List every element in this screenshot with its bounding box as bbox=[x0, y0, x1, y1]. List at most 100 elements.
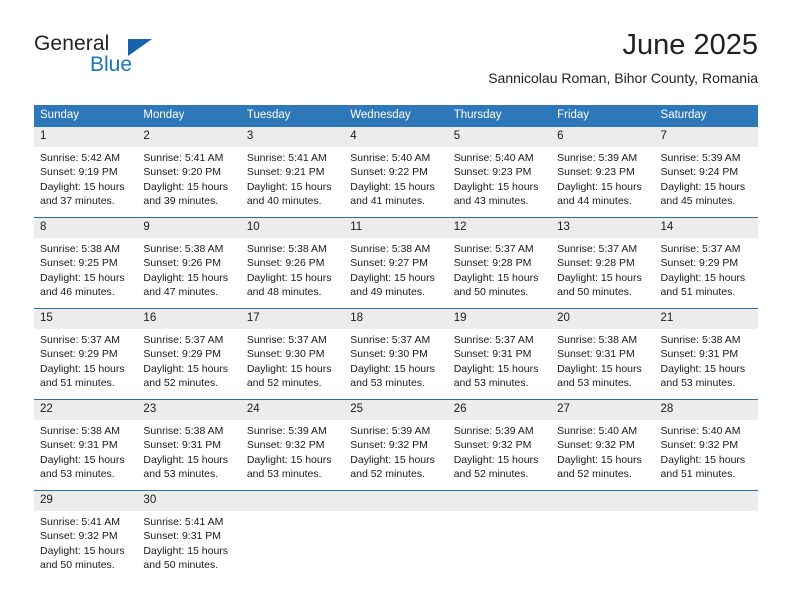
daylight-text-cont: and 48 minutes. bbox=[246, 286, 322, 299]
day-cell[interactable]: 2 Sunrise: 5:41 AM Sunset: 9:20 PM Dayli… bbox=[137, 127, 241, 218]
day-cell[interactable]: 11 Sunrise: 5:38 AM Sunset: 9:27 PM Dayl… bbox=[344, 217, 448, 309]
day-number: 24 bbox=[240, 400, 345, 420]
daylight-text: Daylight: 15 hours bbox=[40, 362, 125, 375]
daylight-text: Daylight: 15 hours bbox=[453, 362, 539, 375]
daylight-text: Daylight: 15 hours bbox=[40, 271, 125, 284]
calendar-week-row: 29 Sunrise: 5:41 AM Sunset: 9:32 PM Dayl… bbox=[34, 490, 758, 581]
day-number: 2 bbox=[137, 127, 241, 147]
sunrise-text: Sunrise: 5:40 AM bbox=[660, 425, 741, 437]
day-cell[interactable]: 1 Sunrise: 5:42 AM Sunset: 9:19 PM Dayli… bbox=[34, 127, 138, 218]
sunrise-text: Sunrise: 5:38 AM bbox=[143, 243, 224, 255]
sunset-text: Sunset: 9:29 PM bbox=[143, 348, 222, 361]
daylight-text: Daylight: 15 hours bbox=[660, 271, 746, 284]
weekday-header-monday: Monday bbox=[137, 105, 241, 127]
day-cell[interactable]: 25 Sunrise: 5:39 AM Sunset: 9:32 PM Dayl… bbox=[344, 399, 448, 491]
day-cell[interactable]: 30 Sunrise: 5:41 AM Sunset: 9:31 PM Dayl… bbox=[137, 490, 241, 581]
day-number: 7 bbox=[654, 127, 758, 147]
day-number: 25 bbox=[344, 400, 448, 420]
day-info: Sunrise: 5:40 AM Sunset: 9:32 PM Dayligh… bbox=[551, 420, 654, 490]
day-info: Sunrise: 5:41 AM Sunset: 9:32 PM Dayligh… bbox=[34, 511, 137, 581]
day-cell[interactable]: 4 Sunrise: 5:40 AM Sunset: 9:22 PM Dayli… bbox=[344, 127, 448, 218]
day-info: Sunrise: 5:38 AM Sunset: 9:25 PM Dayligh… bbox=[34, 238, 137, 308]
day-cell[interactable]: 27 Sunrise: 5:40 AM Sunset: 9:32 PM Dayl… bbox=[551, 399, 655, 491]
sunrise-text: Sunrise: 5:38 AM bbox=[350, 243, 431, 255]
day-info: Sunrise: 5:37 AM Sunset: 9:29 PM Dayligh… bbox=[655, 238, 758, 308]
day-cell[interactable]: 10 Sunrise: 5:38 AM Sunset: 9:26 PM Dayl… bbox=[240, 217, 345, 309]
day-info: Sunrise: 5:39 AM Sunset: 9:32 PM Dayligh… bbox=[448, 420, 551, 490]
sunset-text: Sunset: 9:32 PM bbox=[557, 439, 635, 452]
sunrise-text: Sunrise: 5:38 AM bbox=[246, 243, 327, 255]
day-cell[interactable]: 23 Sunrise: 5:38 AM Sunset: 9:31 PM Dayl… bbox=[137, 399, 241, 491]
calendar-week-row: 15 Sunrise: 5:37 AM Sunset: 9:29 PM Dayl… bbox=[34, 308, 758, 400]
calendar-week-row: 8 Sunrise: 5:38 AM Sunset: 9:25 PM Dayli… bbox=[34, 217, 758, 309]
day-number: 8 bbox=[34, 218, 138, 238]
day-cell[interactable]: 6 Sunrise: 5:39 AM Sunset: 9:23 PM Dayli… bbox=[551, 127, 655, 218]
daylight-text: Daylight: 15 hours bbox=[660, 453, 746, 466]
day-number: 26 bbox=[447, 400, 552, 420]
weekday-header-wednesday: Wednesday bbox=[344, 105, 448, 127]
day-cell[interactable]: 20 Sunrise: 5:38 AM Sunset: 9:31 PM Dayl… bbox=[551, 308, 655, 400]
day-cell[interactable]: 17 Sunrise: 5:37 AM Sunset: 9:30 PM Dayl… bbox=[240, 308, 345, 400]
day-info: Sunrise: 5:37 AM Sunset: 9:28 PM Dayligh… bbox=[448, 238, 551, 308]
daylight-text-cont: and 53 minutes. bbox=[660, 377, 736, 390]
day-info bbox=[241, 511, 344, 581]
day-cell[interactable]: 29 Sunrise: 5:41 AM Sunset: 9:32 PM Dayl… bbox=[34, 490, 138, 581]
day-cell[interactable]: 16 Sunrise: 5:37 AM Sunset: 9:29 PM Dayl… bbox=[137, 308, 241, 400]
sunset-text: Sunset: 9:22 PM bbox=[350, 166, 428, 179]
day-info: Sunrise: 5:38 AM Sunset: 9:31 PM Dayligh… bbox=[655, 329, 758, 399]
daylight-text: Daylight: 15 hours bbox=[557, 453, 642, 466]
sunrise-text: Sunrise: 5:41 AM bbox=[246, 152, 327, 164]
weekday-header-thursday: Thursday bbox=[447, 105, 552, 127]
day-info bbox=[655, 511, 758, 581]
logo-text-blue: Blue bbox=[90, 53, 133, 76]
day-cell[interactable]: 14 Sunrise: 5:37 AM Sunset: 9:29 PM Dayl… bbox=[654, 217, 758, 309]
day-cell[interactable]: 24 Sunrise: 5:39 AM Sunset: 9:32 PM Dayl… bbox=[240, 399, 345, 491]
day-info: Sunrise: 5:37 AM Sunset: 9:31 PM Dayligh… bbox=[448, 329, 551, 399]
day-number: 9 bbox=[137, 218, 241, 238]
day-info: Sunrise: 5:39 AM Sunset: 9:24 PM Dayligh… bbox=[655, 147, 758, 217]
day-cell[interactable]: 22 Sunrise: 5:38 AM Sunset: 9:31 PM Dayl… bbox=[34, 399, 138, 491]
weekday-header-sunday: Sunday bbox=[34, 105, 138, 127]
sunrise-text: Sunrise: 5:38 AM bbox=[660, 334, 741, 346]
day-cell[interactable]: 7 Sunrise: 5:39 AM Sunset: 9:24 PM Dayli… bbox=[654, 127, 758, 218]
sunset-text: Sunset: 9:19 PM bbox=[40, 166, 118, 179]
sunset-text: Sunset: 9:27 PM bbox=[350, 257, 428, 270]
day-number: 23 bbox=[137, 400, 241, 420]
daylight-text: Daylight: 15 hours bbox=[453, 271, 539, 284]
sunrise-text: Sunrise: 5:40 AM bbox=[557, 425, 638, 437]
day-cell[interactable]: 13 Sunrise: 5:37 AM Sunset: 9:28 PM Dayl… bbox=[551, 217, 655, 309]
day-cell[interactable]: 3 Sunrise: 5:41 AM Sunset: 9:21 PM Dayli… bbox=[240, 127, 345, 218]
calendar-week-row: 1 Sunrise: 5:42 AM Sunset: 9:19 PM Dayli… bbox=[34, 127, 758, 218]
daylight-text: Daylight: 15 hours bbox=[246, 362, 332, 375]
sunrise-sunset-calendar: Sunday Monday Tuesday Wednesday Thursday… bbox=[34, 105, 758, 581]
day-cell[interactable]: 21 Sunrise: 5:38 AM Sunset: 9:31 PM Dayl… bbox=[654, 308, 758, 400]
daylight-text-cont: and 41 minutes. bbox=[350, 195, 425, 208]
daylight-text: Daylight: 15 hours bbox=[660, 180, 746, 193]
day-number bbox=[447, 491, 552, 511]
daylight-text-cont: and 44 minutes. bbox=[557, 195, 632, 208]
day-cell[interactable]: 9 Sunrise: 5:38 AM Sunset: 9:26 PM Dayli… bbox=[137, 217, 241, 309]
day-cell[interactable]: 28 Sunrise: 5:40 AM Sunset: 9:32 PM Dayl… bbox=[654, 399, 758, 491]
sunset-text: Sunset: 9:29 PM bbox=[40, 348, 118, 361]
day-cell[interactable]: 26 Sunrise: 5:39 AM Sunset: 9:32 PM Dayl… bbox=[447, 399, 552, 491]
day-cell[interactable]: 18 Sunrise: 5:37 AM Sunset: 9:30 PM Dayl… bbox=[344, 308, 448, 400]
sunset-text: Sunset: 9:31 PM bbox=[143, 530, 222, 543]
day-cell-empty bbox=[447, 490, 552, 581]
day-info: Sunrise: 5:37 AM Sunset: 9:29 PM Dayligh… bbox=[34, 329, 137, 399]
general-blue-logo[interactable]: General Blue bbox=[34, 32, 264, 80]
day-cell[interactable]: 5 Sunrise: 5:40 AM Sunset: 9:23 PM Dayli… bbox=[447, 127, 552, 218]
day-info: Sunrise: 5:38 AM Sunset: 9:31 PM Dayligh… bbox=[34, 420, 137, 490]
day-number: 3 bbox=[240, 127, 345, 147]
day-cell[interactable]: 12 Sunrise: 5:37 AM Sunset: 9:28 PM Dayl… bbox=[447, 217, 552, 309]
calendar-header-row: Sunday Monday Tuesday Wednesday Thursday… bbox=[34, 105, 758, 127]
sunrise-text: Sunrise: 5:42 AM bbox=[40, 152, 120, 164]
daylight-text-cont: and 43 minutes. bbox=[453, 195, 529, 208]
sunrise-text: Sunrise: 5:39 AM bbox=[246, 425, 327, 437]
weekday-header-friday: Friday bbox=[551, 105, 655, 127]
day-cell[interactable]: 8 Sunrise: 5:38 AM Sunset: 9:25 PM Dayli… bbox=[34, 217, 138, 309]
day-cell[interactable]: 15 Sunrise: 5:37 AM Sunset: 9:29 PM Dayl… bbox=[34, 308, 138, 400]
day-number: 5 bbox=[447, 127, 552, 147]
daylight-text-cont: and 40 minutes. bbox=[246, 195, 322, 208]
daylight-text-cont: and 46 minutes. bbox=[40, 286, 115, 299]
day-cell[interactable]: 19 Sunrise: 5:37 AM Sunset: 9:31 PM Dayl… bbox=[447, 308, 552, 400]
